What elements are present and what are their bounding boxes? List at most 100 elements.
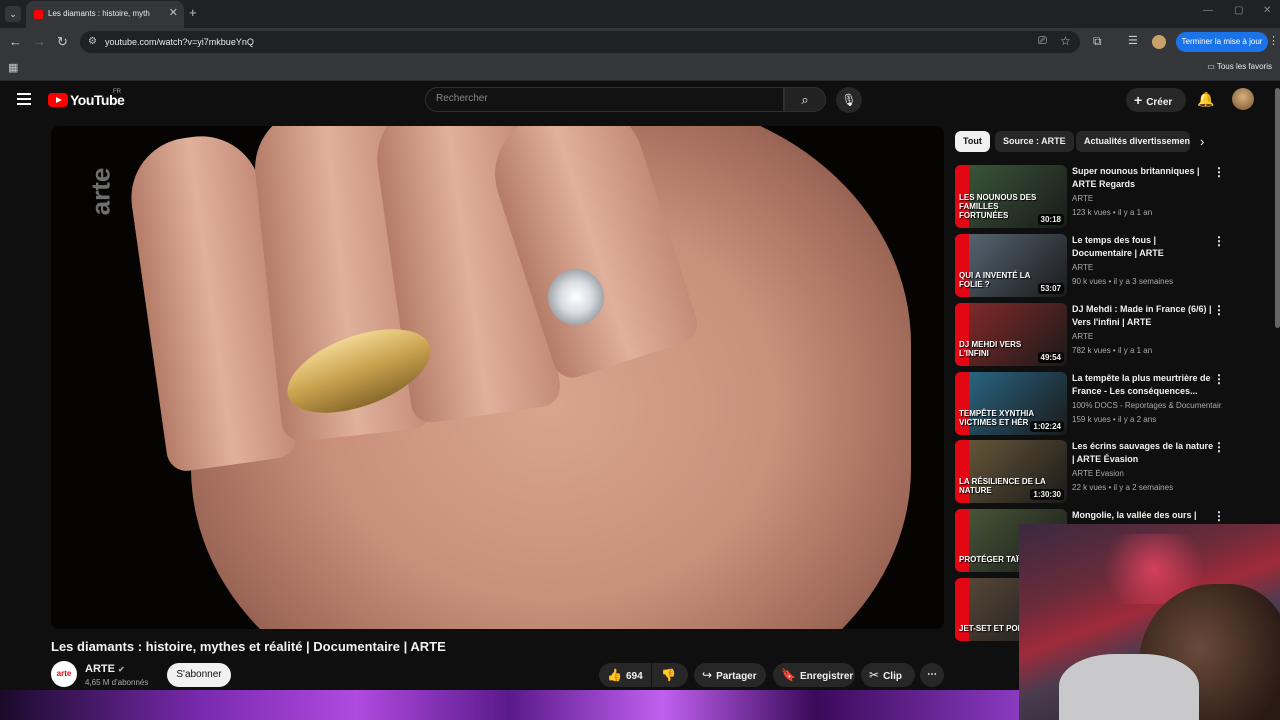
reload-icon[interactable]: ↻ <box>57 34 68 50</box>
duration-badge: 53:07 <box>1037 283 1064 294</box>
minimize-icon[interactable]: — <box>1203 5 1213 16</box>
extensions-icon[interactable]: ⧉ <box>1093 34 1102 49</box>
more-actions-button[interactable]: ⋯ <box>920 663 944 687</box>
all-bookmarks-link[interactable]: ▭ Tous les favoris <box>1207 62 1272 71</box>
recommendation-channel[interactable]: ARTE <box>1072 263 1222 272</box>
channel-name[interactable]: ARTE ✔ <box>85 663 125 675</box>
tab-search-menu-icon[interactable]: ⌄ <box>5 6 21 22</box>
more-dots-icon: ⋯ <box>927 669 937 680</box>
forward-arrow-icon[interactable]: → <box>33 34 46 49</box>
all-bookmarks-label: Tous les favoris <box>1216 62 1272 71</box>
save-bookmark-icon: 🔖 <box>781 668 796 682</box>
share-label: Partager <box>716 671 757 682</box>
clip-label: Clip <box>883 671 902 682</box>
meta-separator: • <box>1110 208 1118 217</box>
browser-toolbar: ← → ↻ ⚙ youtube.com/watch?v=yi7mkbueYnQ … <box>0 28 1280 56</box>
youtube-play-icon <box>48 93 68 107</box>
back-arrow-icon[interactable]: ← <box>9 34 22 49</box>
account-avatar[interactable] <box>1232 88 1254 110</box>
recommendation-item[interactable]: LES NOUNOUS DES FAMILLES FORTUNÉES 30:18 S… <box>955 165 1275 229</box>
maximize-icon[interactable]: ▢ <box>1234 5 1243 16</box>
chip-tout[interactable]: Tout <box>955 131 990 152</box>
video-title: Les diamants : histoire, mythes et réali… <box>51 639 446 654</box>
browser-menu-icon[interactable]: ⋮ <box>1268 34 1279 47</box>
recommendation-meta: 782 k vues • il y a 1 an <box>1072 346 1152 355</box>
recommendation-title[interactable]: Super nounous britanniques | ARTE Regard… <box>1072 165 1217 191</box>
meta-separator: • <box>1106 277 1114 286</box>
voice-search-button[interactable]: 🎙 <box>836 87 862 113</box>
view-count: 782 k vues <box>1072 346 1111 355</box>
recommendation-title[interactable]: La tempête la plus meurtrière de France … <box>1072 372 1217 398</box>
webcam-shirt <box>1059 654 1199 720</box>
share-icon: ↪ <box>702 668 713 682</box>
more-options-icon[interactable]: ⋮ <box>1213 234 1225 248</box>
more-options-icon[interactable]: ⋮ <box>1213 303 1225 317</box>
page-scrollbar[interactable] <box>1275 88 1280 328</box>
recommendation-title[interactable]: Mongolie, la vallée des ours | <box>1072 509 1217 522</box>
logo-region: FR <box>113 89 121 95</box>
webcam-overlay <box>1019 524 1280 720</box>
recommendation-title[interactable]: Le temps des fous | Documentaire | ARTE <box>1072 234 1217 260</box>
chevron-right-icon[interactable]: › <box>1200 134 1204 149</box>
video-thumbnail[interactable]: LES NOUNOUS DES FAMILLES FORTUNÉES 30:18 <box>955 165 1067 228</box>
channel-avatar[interactable]: arte <box>51 661 77 687</box>
update-button[interactable]: Terminer la mise à jour <box>1176 32 1268 52</box>
hamburger-menu-icon[interactable] <box>17 93 31 105</box>
apps-grid-icon[interactable]: ▦ <box>8 61 18 74</box>
search-input[interactable] <box>436 93 766 104</box>
recommendation-channel[interactable]: ARTE Évasion <box>1072 469 1222 478</box>
chip-actualites[interactable]: Actualités divertissement <box>1076 131 1190 152</box>
dislike-button[interactable]: 👎 <box>652 663 688 687</box>
video-thumbnail[interactable]: TEMPÊTE XYNTHIA VICTIMES ET HÉR 1:02:24 <box>955 372 1067 435</box>
video-thumbnail[interactable]: LA RÉSILIENCE DE LA NATURE 1:30:30 <box>955 440 1067 503</box>
install-app-icon[interactable]: ⎚ <box>1038 35 1047 48</box>
duration-badge: 30:18 <box>1037 214 1064 225</box>
window-close-icon[interactable]: ✕ <box>1263 5 1271 16</box>
recommendation-meta: 22 k vues • il y a 2 semaines <box>1072 483 1173 492</box>
notifications-bell-icon[interactable]: 🔔 <box>1197 91 1214 108</box>
save-label: Enregistrer <box>799 671 854 682</box>
recommendation-title[interactable]: Les écrins sauvages de la nature | ARTE … <box>1072 440 1217 466</box>
recommendation-item[interactable]: LA RÉSILIENCE DE LA NATURE 1:30:30 Les écr… <box>955 440 1275 504</box>
recommendation-channel[interactable]: 100% DOCS - Reportages & Documentair... <box>1072 401 1222 410</box>
browser-tab[interactable]: Les diamants : histoire, myth ✕ <box>26 1 184 28</box>
bookmark-star-icon[interactable]: ☆ <box>1060 34 1071 48</box>
video-thumbnail[interactable]: DJ MEHDI VERS L'INFINI 49:54 <box>955 303 1067 366</box>
upload-age: il y a 1 an <box>1117 208 1153 217</box>
tab-close-icon[interactable]: ✕ <box>169 6 178 19</box>
recommendation-channel[interactable]: ARTE <box>1072 332 1222 341</box>
recommendation-item[interactable]: DJ MEHDI VERS L'INFINI 49:54 DJ Mehdi : Ma… <box>955 303 1275 367</box>
new-tab-icon[interactable]: + <box>189 5 197 20</box>
create-button[interactable]: + Créer <box>1126 88 1186 112</box>
subscribe-button[interactable]: S'abonner <box>167 663 231 687</box>
share-button[interactable]: ↪ Partager <box>694 663 766 687</box>
diamond <box>548 269 604 325</box>
recommendation-channel[interactable]: ARTE <box>1072 194 1222 203</box>
recommendation-title[interactable]: DJ Mehdi : Made in France (6/6) | Vers l… <box>1072 303 1217 329</box>
more-options-icon[interactable]: ⋮ <box>1213 165 1225 179</box>
like-button[interactable]: 👍 694 <box>599 663 651 687</box>
upload-age: il y a 3 semaines <box>1113 277 1174 286</box>
recommendation-item[interactable]: TEMPÊTE XYNTHIA VICTIMES ET HÉR 1:02:24 La… <box>955 372 1275 436</box>
meta-separator: • <box>1106 483 1114 492</box>
search-box[interactable] <box>425 87 784 112</box>
profile-avatar[interactable] <box>1152 35 1166 49</box>
recommendation-item[interactable]: QUI A INVENTÉ LA FOLIE ? 53:07 Le temps de… <box>955 234 1275 298</box>
reading-list-icon[interactable]: ☰ <box>1128 34 1138 47</box>
save-button[interactable]: 🔖 Enregistrer <box>773 663 855 687</box>
duration-badge: 1:30:30 <box>1030 489 1064 500</box>
clip-button[interactable]: ✂ Clip <box>861 663 915 687</box>
video-thumbnail[interactable]: QUI A INVENTÉ LA FOLIE ? 53:07 <box>955 234 1067 297</box>
url-text[interactable]: youtube.com/watch?v=yi7mkbueYnQ <box>105 37 254 47</box>
more-options-icon[interactable]: ⋮ <box>1213 509 1225 523</box>
youtube-favicon-icon <box>34 10 43 19</box>
thumbnail-overlay-text: DJ MEHDI VERS L'INFINI <box>959 340 1022 358</box>
video-player[interactable]: arte <box>51 126 944 629</box>
more-options-icon[interactable]: ⋮ <box>1213 372 1225 386</box>
chip-source-arte[interactable]: Source : ARTE <box>995 131 1074 152</box>
site-settings-icon[interactable]: ⚙ <box>88 36 97 47</box>
more-options-icon[interactable]: ⋮ <box>1213 440 1225 454</box>
scissors-icon: ✂ <box>869 668 880 682</box>
address-bar[interactable]: ⚙ youtube.com/watch?v=yi7mkbueYnQ ⎚ ☆ <box>80 31 1080 53</box>
search-button[interactable]: ⌕ <box>784 87 826 112</box>
